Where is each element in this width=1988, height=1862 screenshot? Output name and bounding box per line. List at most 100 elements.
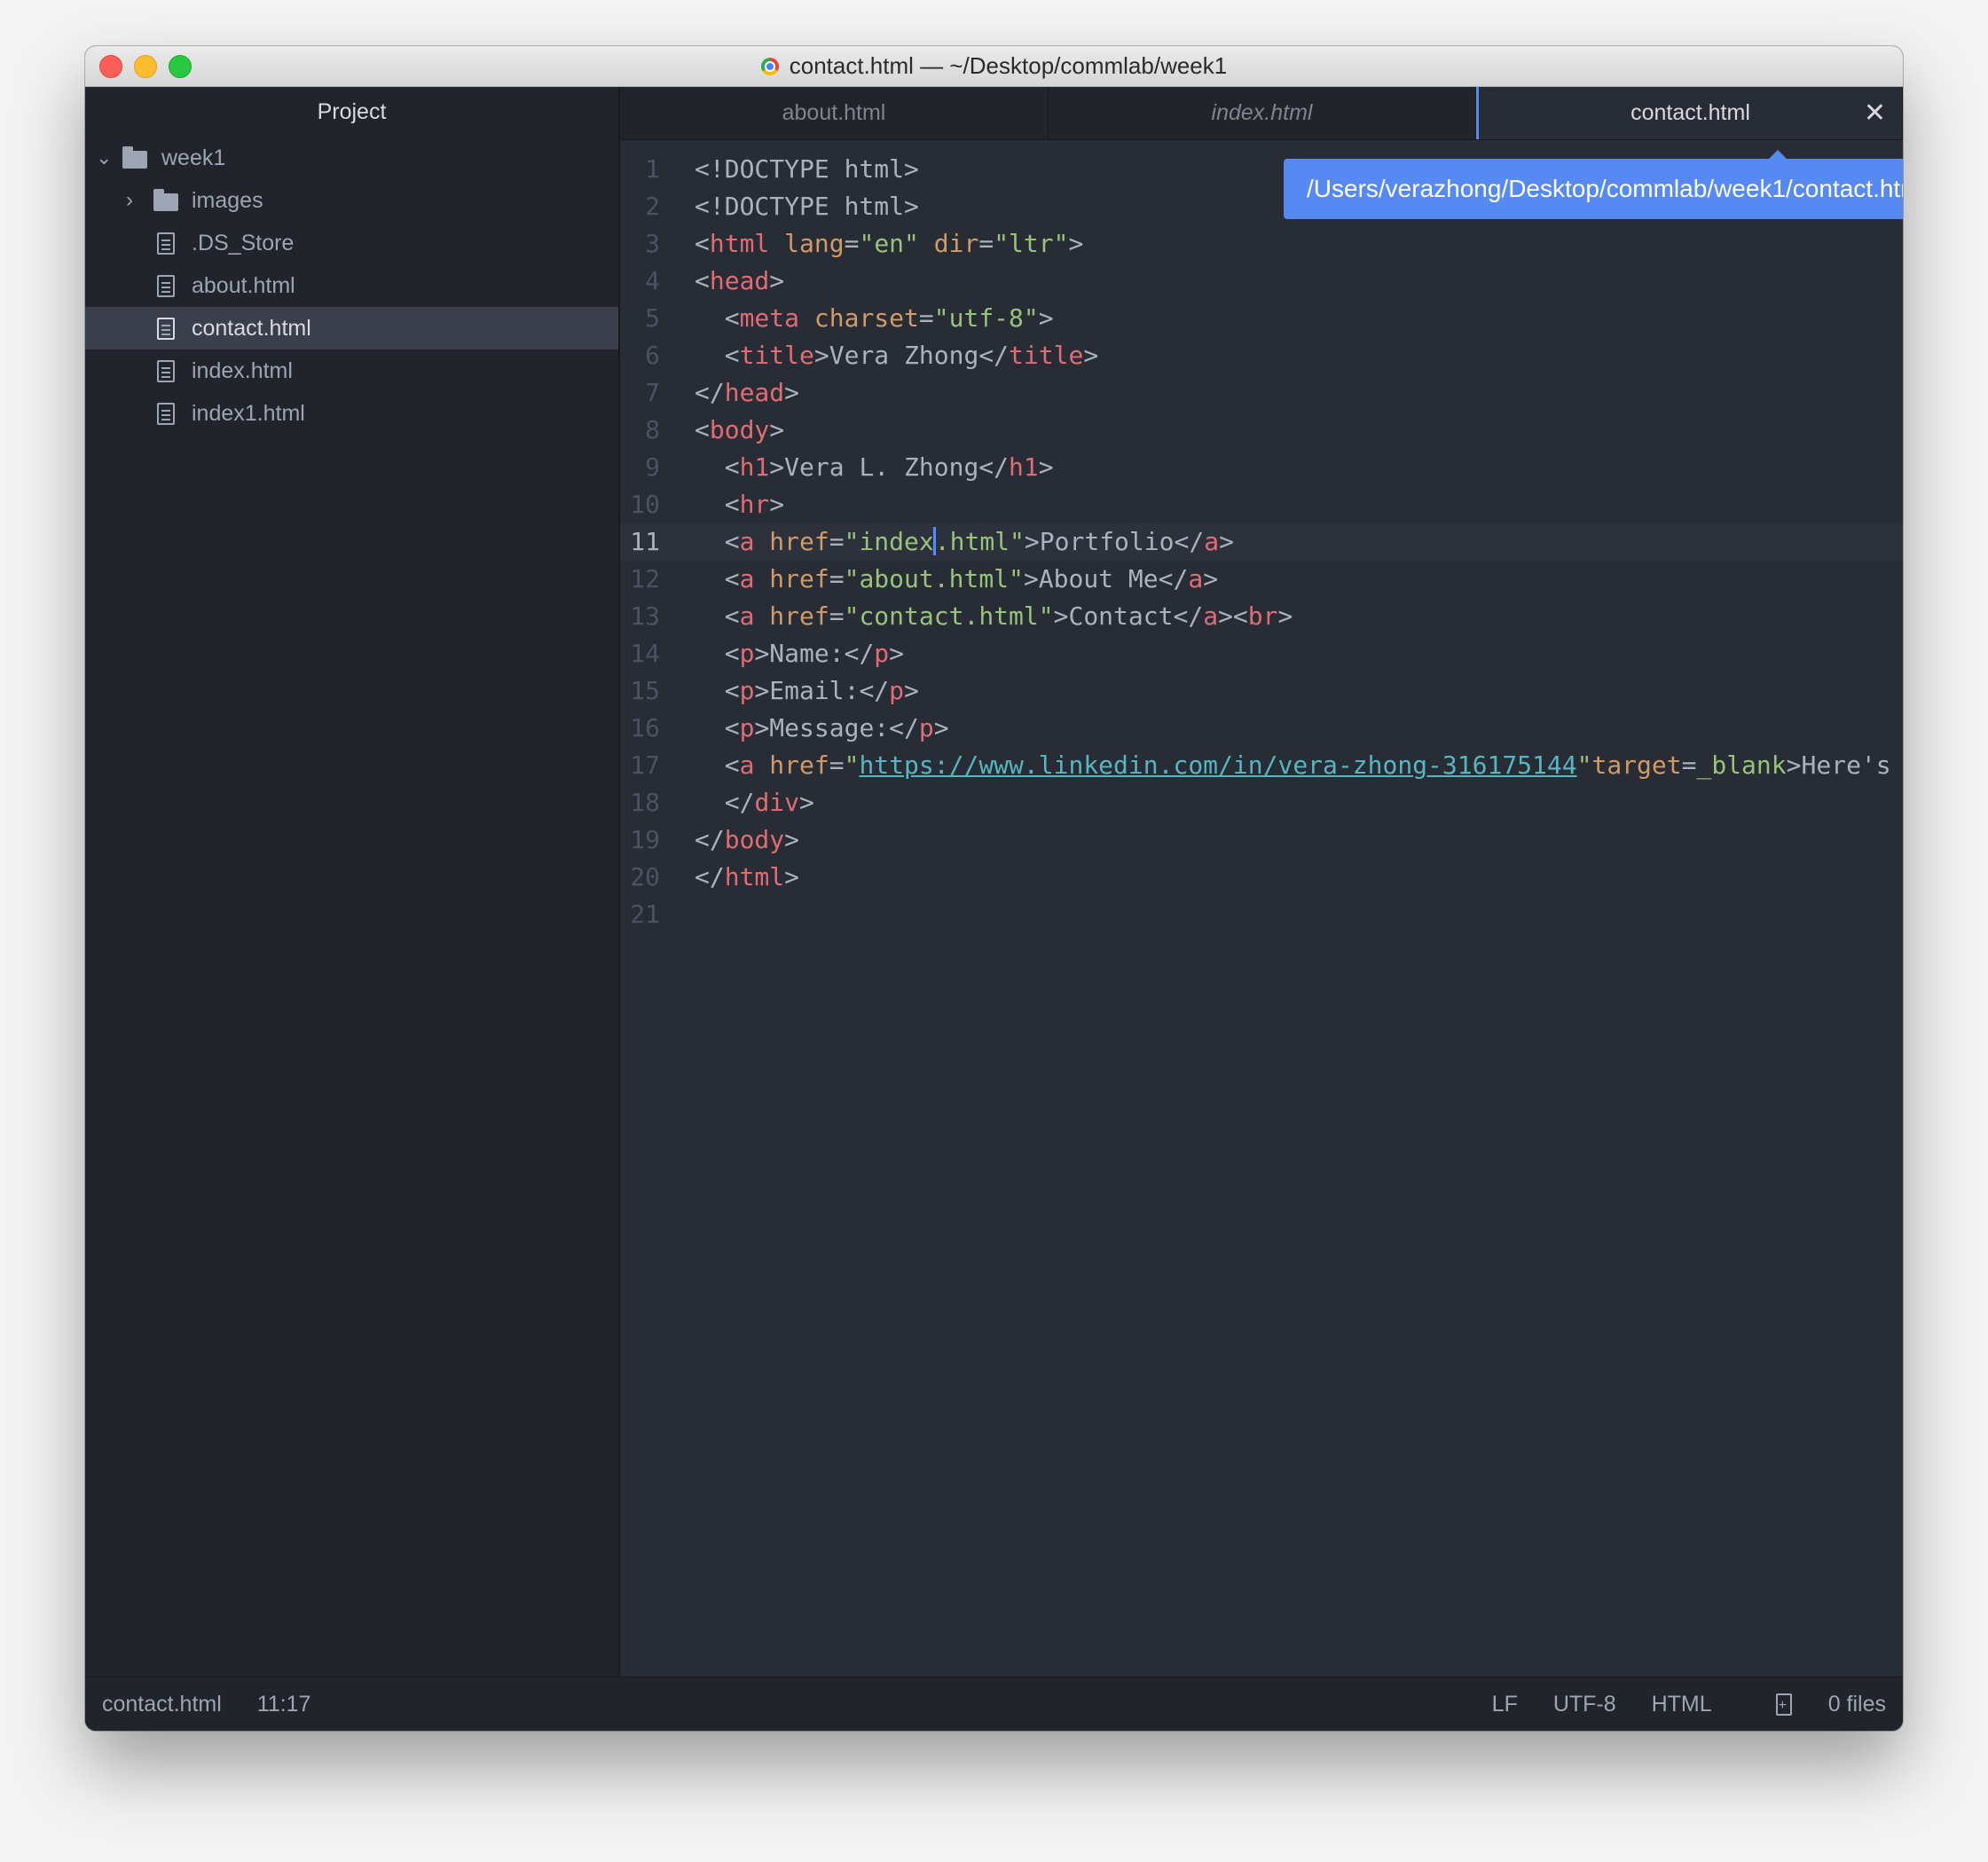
code-text: <title>Vera Zhong</title> <box>695 341 1099 370</box>
code-line[interactable]: 14 <p>Name:</p> <box>620 635 1903 672</box>
code-text: <a href="about.html">About Me</a> <box>695 564 1219 593</box>
code-line[interactable]: 5 <meta charset="utf-8"> <box>620 300 1903 337</box>
editor-window: contact.html — ~/Desktop/commlab/week1 P… <box>85 46 1903 1731</box>
file-icon <box>157 275 175 297</box>
code-text: <!DOCTYPE html> <box>695 192 919 221</box>
status-grammar[interactable]: HTML <box>1652 1692 1711 1717</box>
window-title: contact.html — ~/Desktop/commlab/week1 <box>789 52 1228 79</box>
file-path-tooltip: /Users/verazhong/Desktop/commlab/week1/c… <box>1284 150 1903 219</box>
code-line[interactable]: 3 <html lang="en" dir="ltr"> <box>620 225 1903 263</box>
status-file-name[interactable]: contact.html <box>102 1692 222 1717</box>
tree-item-label: week1 <box>161 145 226 170</box>
code-line[interactable]: 13 <a href="contact.html">Contact</a><br… <box>620 598 1903 635</box>
tab-index-html[interactable]: index.html <box>1049 87 1476 139</box>
line-number: 7 <box>645 378 660 407</box>
code-line[interactable]: 17 <a href="https://www.linkedin.com/in/… <box>620 747 1903 784</box>
status-cursor-position[interactable]: 11:17 <box>257 1692 311 1717</box>
tab-contact-html[interactable]: contact.html ✕ <box>1476 87 1903 139</box>
code-text: <p>Message:</p> <box>695 713 949 742</box>
code-text: </div> <box>695 788 814 817</box>
file-diff-icon <box>1775 1679 1792 1731</box>
tree-root-week1[interactable]: ⌄ week1 <box>85 137 618 179</box>
tab-label: index.html <box>1211 100 1313 125</box>
line-number: 11 <box>630 527 660 556</box>
tree-item-label: contact.html <box>192 316 311 341</box>
code-line[interactable]: 21 <box>620 896 1903 933</box>
tree-item-index-html[interactable]: index.html <box>85 350 618 392</box>
status-bar-left: contact.html 11:17 <box>102 1677 340 1731</box>
code-text: </head> <box>695 378 800 407</box>
status-bar-right: LF UTF-8 HTML 0 files <box>1463 1677 1886 1731</box>
code-text: <p>Email:</p> <box>695 676 919 705</box>
file-icon <box>157 360 175 382</box>
file-icon <box>157 403 175 425</box>
code-line[interactable]: 12 <a href="about.html">About Me</a> <box>620 561 1903 598</box>
status-git-files[interactable]: 0 files <box>1747 1679 1886 1731</box>
code-editor[interactable]: 1 <!DOCTYPE html> 2 <!DOCTYPE html> 3 <html l… <box>620 140 1903 1677</box>
code-line[interactable]: 20 </html> <box>620 859 1903 896</box>
status-encoding[interactable]: UTF-8 <box>1553 1692 1616 1717</box>
chevron-right-icon: › <box>126 188 133 212</box>
line-number: 9 <box>645 452 660 482</box>
code-line[interactable]: 16 <p>Message:</p> <box>620 710 1903 747</box>
code-text: </body> <box>695 825 800 854</box>
code-text: <html lang="en" dir="ltr"> <box>695 229 1084 258</box>
line-number: 1 <box>645 154 660 184</box>
code-line[interactable]: 11 <a href="index.html">Portfolio</a> <box>620 523 1903 561</box>
tree-item-label: .DS_Store <box>192 231 295 255</box>
code-text: <h1>Vera L. Zhong</h1> <box>695 452 1054 482</box>
code-text: <a href="https://www.linkedin.com/in/ver… <box>695 750 1891 780</box>
tree-item-images[interactable]: › images <box>85 179 618 222</box>
line-number: 6 <box>645 341 660 370</box>
status-files-count: 0 files <box>1827 1692 1886 1717</box>
code-line[interactable]: 4 <head> <box>620 263 1903 300</box>
code-text: <meta charset="utf-8"> <box>695 303 1054 333</box>
tab-bar: about.html index.html contact.html ✕ <box>620 87 1903 140</box>
code-line[interactable]: 18 </div> <box>620 784 1903 821</box>
code-text: <p>Name:</p> <box>695 639 905 668</box>
line-number: 15 <box>630 676 660 705</box>
line-number: 18 <box>630 788 660 817</box>
code-line[interactable]: 8 <body> <box>620 412 1903 449</box>
line-number: 13 <box>630 601 660 631</box>
tree-item-ds-store[interactable]: .DS_Store <box>85 222 618 264</box>
tree-item-about-html[interactable]: about.html <box>85 264 618 307</box>
line-number: 21 <box>630 900 660 929</box>
code-line[interactable]: 7 </head> <box>620 374 1903 412</box>
file-icon <box>157 232 175 255</box>
tab-about-html[interactable]: about.html <box>620 87 1049 139</box>
close-tab-icon[interactable]: ✕ <box>1864 87 1886 139</box>
code-line[interactable]: 9 <h1>Vera L. Zhong</h1> <box>620 449 1903 486</box>
code-text: <a href="index.html">Portfolio</a> <box>695 527 1234 556</box>
chrome-document-icon <box>760 58 779 75</box>
line-number: 10 <box>630 490 660 519</box>
folder-icon <box>122 146 147 169</box>
status-bar: contact.html 11:17 LF UTF-8 HTML 0 files <box>85 1677 1903 1731</box>
line-number: 20 <box>630 862 660 892</box>
line-number: 2 <box>645 192 660 221</box>
line-number: 16 <box>630 713 660 742</box>
code-line[interactable]: 15 <p>Email:</p> <box>620 672 1903 710</box>
project-tree-panel: Project ⌄ week1 › images .DS_Store about… <box>85 87 620 1677</box>
code-text: <body> <box>695 415 785 444</box>
line-number: 4 <box>645 266 660 295</box>
tree-item-index1-html[interactable]: index1.html <box>85 392 618 435</box>
line-number: 5 <box>645 303 660 333</box>
folder-icon <box>153 189 178 211</box>
code-line[interactable]: 10 <hr> <box>620 486 1903 523</box>
tab-label: about.html <box>782 100 886 125</box>
tree-item-label: index1.html <box>192 401 305 426</box>
chevron-down-icon: ⌄ <box>96 146 113 169</box>
tab-label: contact.html <box>1630 100 1750 125</box>
code-text: <!DOCTYPE html> <box>695 154 919 184</box>
code-text: <head> <box>695 266 785 295</box>
title-bar: contact.html — ~/Desktop/commlab/week1 <box>85 46 1903 87</box>
code-line[interactable]: 19 </body> <box>620 821 1903 859</box>
window-title-container: contact.html — ~/Desktop/commlab/week1 <box>85 46 1903 86</box>
code-text: <a href="contact.html">Contact</a><br> <box>695 601 1293 631</box>
tree-item-label: about.html <box>192 273 295 298</box>
tree-item-contact-html[interactable]: contact.html <box>85 307 618 350</box>
status-line-ending[interactable]: LF <box>1492 1692 1518 1717</box>
code-line[interactable]: 6 <title>Vera Zhong</title> <box>620 337 1903 374</box>
line-number: 14 <box>630 639 660 668</box>
